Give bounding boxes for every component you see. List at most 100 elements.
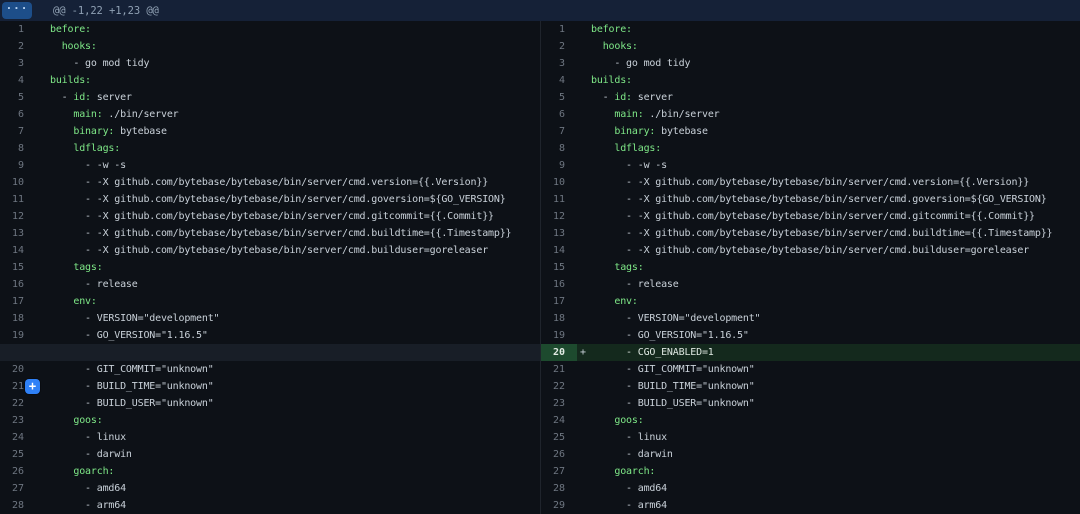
line-number[interactable]: 8 xyxy=(541,140,577,157)
diff-line: 3 - go mod tidy xyxy=(0,55,540,72)
code-line: - arm64 xyxy=(577,497,1080,514)
line-number[interactable]: 6 xyxy=(541,106,577,123)
diff-line: 3 - go mod tidy xyxy=(541,55,1080,72)
line-number[interactable]: 7 xyxy=(541,123,577,140)
line-number[interactable]: 22 xyxy=(0,395,36,412)
diff-line: 20 - GIT_COMMIT="unknown" xyxy=(0,361,540,378)
line-number[interactable]: 20 xyxy=(0,361,36,378)
line-number[interactable]: 1 xyxy=(541,21,577,38)
line-number[interactable]: 13 xyxy=(0,225,36,242)
code-line: - id: server xyxy=(577,89,1080,106)
diff-line: 22 - BUILD_TIME="unknown" xyxy=(541,378,1080,395)
line-number[interactable]: 24 xyxy=(0,429,36,446)
diff-line: 27 goarch: xyxy=(541,463,1080,480)
code-line: - GIT_COMMIT="unknown" xyxy=(577,361,1080,378)
line-number[interactable]: 18 xyxy=(541,310,577,327)
add-comment-button[interactable]: + xyxy=(25,379,40,394)
code-text xyxy=(591,109,614,120)
line-number[interactable]: 14 xyxy=(541,242,577,259)
diff-line: 15 tags: xyxy=(0,259,540,276)
line-number[interactable]: 14 xyxy=(0,242,36,259)
line-number[interactable]: 13 xyxy=(541,225,577,242)
code-text: - VERSION="development" xyxy=(591,313,760,324)
code-line: env: xyxy=(36,293,540,310)
line-number[interactable]: 2 xyxy=(0,38,36,55)
line-number[interactable]: 9 xyxy=(0,157,36,174)
line-number[interactable]: 3 xyxy=(0,55,36,72)
hunk-header-text: @@ -1,22 +1,23 @@ xyxy=(53,5,159,17)
code-text: - CGO_ENABLED=1 xyxy=(591,347,714,358)
line-number[interactable]: 11 xyxy=(541,191,577,208)
line-number[interactable]: 25 xyxy=(0,446,36,463)
line-number[interactable]: 10 xyxy=(0,174,36,191)
line-number[interactable]: 16 xyxy=(0,276,36,293)
line-number[interactable]: 7 xyxy=(0,123,36,140)
line-number[interactable]: 27 xyxy=(541,463,577,480)
diff-line: 21 - GIT_COMMIT="unknown" xyxy=(541,361,1080,378)
line-number[interactable]: 17 xyxy=(541,293,577,310)
line-number[interactable]: 4 xyxy=(541,72,577,89)
line-number[interactable]: 15 xyxy=(541,259,577,276)
line-number[interactable]: 12 xyxy=(541,208,577,225)
code-line: - linux xyxy=(577,429,1080,446)
diff-line: 16 - release xyxy=(0,276,540,293)
expand-hunk-button[interactable]: ··· xyxy=(2,2,32,19)
code-text: - -X github.com/bytebase/bytebase/bin/se… xyxy=(50,194,506,205)
line-number[interactable]: 6 xyxy=(0,106,36,123)
diff-line: 26 - darwin xyxy=(541,446,1080,463)
code-text: - go mod tidy xyxy=(50,58,149,69)
yaml-key: main: xyxy=(614,109,643,120)
line-number[interactable]: 5 xyxy=(0,89,36,106)
line-number[interactable]: 24 xyxy=(541,412,577,429)
line-number[interactable]: 19 xyxy=(541,327,577,344)
line-number[interactable]: 28 xyxy=(541,480,577,497)
line-number[interactable]: 3 xyxy=(541,55,577,72)
code-line: goos: xyxy=(36,412,540,429)
line-number[interactable]: 9 xyxy=(541,157,577,174)
line-number[interactable]: 23 xyxy=(0,412,36,429)
code-line: goarch: xyxy=(36,463,540,480)
code-line: - release xyxy=(577,276,1080,293)
line-number[interactable]: 11 xyxy=(0,191,36,208)
line-number[interactable]: 27 xyxy=(0,480,36,497)
line-number[interactable]: 26 xyxy=(0,463,36,480)
line-number[interactable]: 26 xyxy=(541,446,577,463)
line-number[interactable]: 16 xyxy=(541,276,577,293)
diff-line: 9 - -w -s xyxy=(541,157,1080,174)
diff-line: 24 - linux xyxy=(0,429,540,446)
code-text: - GIT_COMMIT="unknown" xyxy=(50,364,214,375)
line-number[interactable]: 10 xyxy=(541,174,577,191)
code-line: ldflags: xyxy=(577,140,1080,157)
line-number[interactable]: 2 xyxy=(541,38,577,55)
line-number[interactable]: 22 xyxy=(541,378,577,395)
line-number[interactable]: 5 xyxy=(541,89,577,106)
code-text: - amd64 xyxy=(50,483,126,494)
line-number[interactable]: 23 xyxy=(541,395,577,412)
line-number[interactable]: 1 xyxy=(0,21,36,38)
code-text: - VERSION="development" xyxy=(50,313,219,324)
diff-line: 25 - darwin xyxy=(0,446,540,463)
diff-line: 1before: xyxy=(0,21,540,38)
line-number[interactable]: 29 xyxy=(541,497,577,514)
code-text: - arm64 xyxy=(50,500,126,511)
code-line: tags: xyxy=(577,259,1080,276)
line-number[interactable]: 12 xyxy=(0,208,36,225)
line-number[interactable]: 28 xyxy=(0,497,36,514)
line-number[interactable]: 4 xyxy=(0,72,36,89)
line-number[interactable]: 15 xyxy=(0,259,36,276)
code-line: - -X github.com/bytebase/bytebase/bin/se… xyxy=(36,208,540,225)
line-number[interactable]: 8 xyxy=(0,140,36,157)
code-text: - arm64 xyxy=(591,500,667,511)
line-number[interactable]: 18 xyxy=(0,310,36,327)
yaml-key: env: xyxy=(73,296,96,307)
line-number[interactable]: 21 xyxy=(541,361,577,378)
code-text: - -X github.com/bytebase/bytebase/bin/se… xyxy=(591,228,1052,239)
yaml-key: before: xyxy=(591,24,632,35)
yaml-key: env: xyxy=(614,296,637,307)
code-line: - darwin xyxy=(577,446,1080,463)
line-number[interactable]: 20 xyxy=(541,344,577,361)
line-number[interactable]: 19 xyxy=(0,327,36,344)
line-number[interactable]: 17 xyxy=(0,293,36,310)
line-number[interactable]: 25 xyxy=(541,429,577,446)
code-text: - xyxy=(50,92,73,103)
